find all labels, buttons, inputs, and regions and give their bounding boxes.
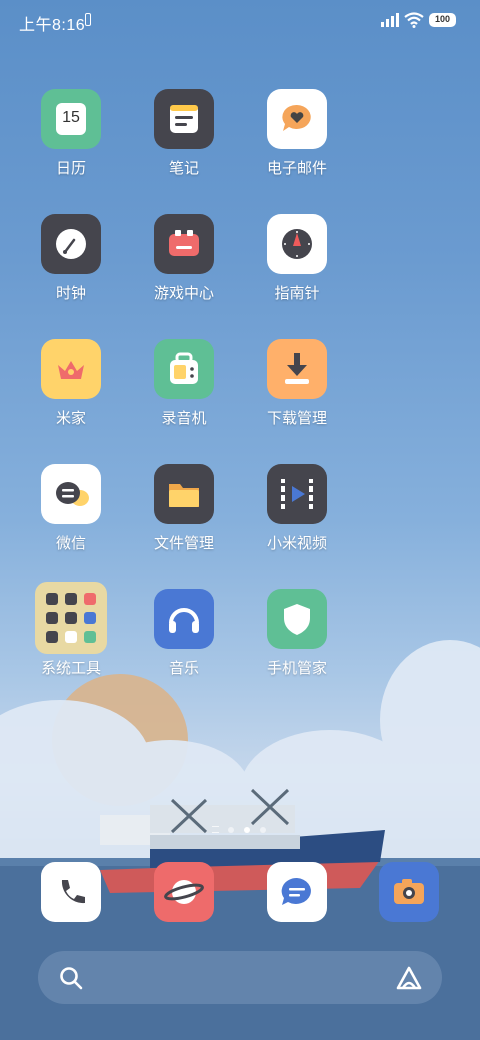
dock-phone[interactable] <box>21 862 121 922</box>
app-label: 游戏中心 <box>153 285 214 302</box>
status-bar: 上午8:16 100 <box>0 0 480 40</box>
app-label: 文件管理 <box>153 535 214 552</box>
app-label: 米家 <box>55 410 86 427</box>
app-label: 电子邮件 <box>266 160 327 177</box>
mijia-icon <box>41 339 101 399</box>
clock-icon <box>41 214 101 274</box>
app-label: 音乐 <box>168 660 199 677</box>
dock-messages[interactable] <box>247 862 347 922</box>
search-icon <box>60 967 83 990</box>
game-center-icon <box>154 214 214 274</box>
battery-icon: 100 <box>429 13 456 27</box>
assistant-icon[interactable] <box>394 964 424 992</box>
app-label: 录音机 <box>161 410 207 427</box>
app-label: 系统工具 <box>40 660 101 677</box>
files-icon <box>154 464 214 524</box>
downloads-icon <box>267 339 327 399</box>
app-label: 手机管家 <box>266 660 327 677</box>
app-label: 下载管理 <box>266 410 327 427</box>
app-clock[interactable]: 时钟 <box>21 214 121 303</box>
search-bar[interactable] <box>38 951 442 1004</box>
app-video[interactable]: 小米视频 <box>247 464 347 553</box>
app-game-center[interactable]: 游戏中心 <box>134 214 234 303</box>
app-files[interactable]: 文件管理 <box>134 464 234 553</box>
app-label: 小米视频 <box>266 535 327 552</box>
app-mijia[interactable]: 米家 <box>21 339 121 428</box>
app-label: 时钟 <box>55 285 86 302</box>
camera-icon <box>379 862 439 922</box>
status-time: 上午8:16 <box>19 17 86 34</box>
video-icon <box>267 464 327 524</box>
app-recorder[interactable]: 录音机 <box>134 339 234 428</box>
dock-camera[interactable] <box>359 862 459 922</box>
browser-icon <box>154 862 214 922</box>
page-menu-icon <box>212 826 219 833</box>
page-dot <box>260 827 266 833</box>
app-notes[interactable]: 笔记 <box>134 89 234 178</box>
dock-browser[interactable] <box>134 862 234 922</box>
calendar-date: 15 <box>62 109 80 126</box>
email-icon <box>267 89 327 149</box>
page-dot-active <box>244 827 250 833</box>
signal-icon <box>381 13 399 27</box>
app-label: 笔记 <box>168 160 199 177</box>
folder-system-tools[interactable]: 系统工具 <box>21 582 121 678</box>
app-calendar[interactable]: 15 日历 <box>21 89 121 178</box>
app-wechat[interactable]: 微信 <box>21 464 121 553</box>
app-label: 微信 <box>55 535 86 552</box>
phone-icon <box>41 862 101 922</box>
app-label: 日历 <box>55 160 86 177</box>
vibrate-icon <box>85 13 91 26</box>
wifi-icon <box>404 12 424 28</box>
security-icon <box>267 589 327 649</box>
app-music[interactable]: 音乐 <box>134 589 234 678</box>
page-indicator <box>210 825 270 835</box>
wechat-icon <box>41 464 101 524</box>
app-label: 指南针 <box>274 285 320 302</box>
app-downloads[interactable]: 下载管理 <box>247 339 347 428</box>
compass-icon <box>267 214 327 274</box>
app-compass[interactable]: 指南针 <box>247 214 347 303</box>
recorder-icon <box>154 339 214 399</box>
notes-icon <box>154 89 214 149</box>
messages-icon <box>267 862 327 922</box>
app-email[interactable]: 电子邮件 <box>247 89 347 178</box>
tools-folder-icon <box>35 582 107 654</box>
calendar-icon: 15 <box>41 89 101 149</box>
app-security[interactable]: 手机管家 <box>247 589 347 678</box>
page-dot <box>228 827 234 833</box>
music-icon <box>154 589 214 649</box>
